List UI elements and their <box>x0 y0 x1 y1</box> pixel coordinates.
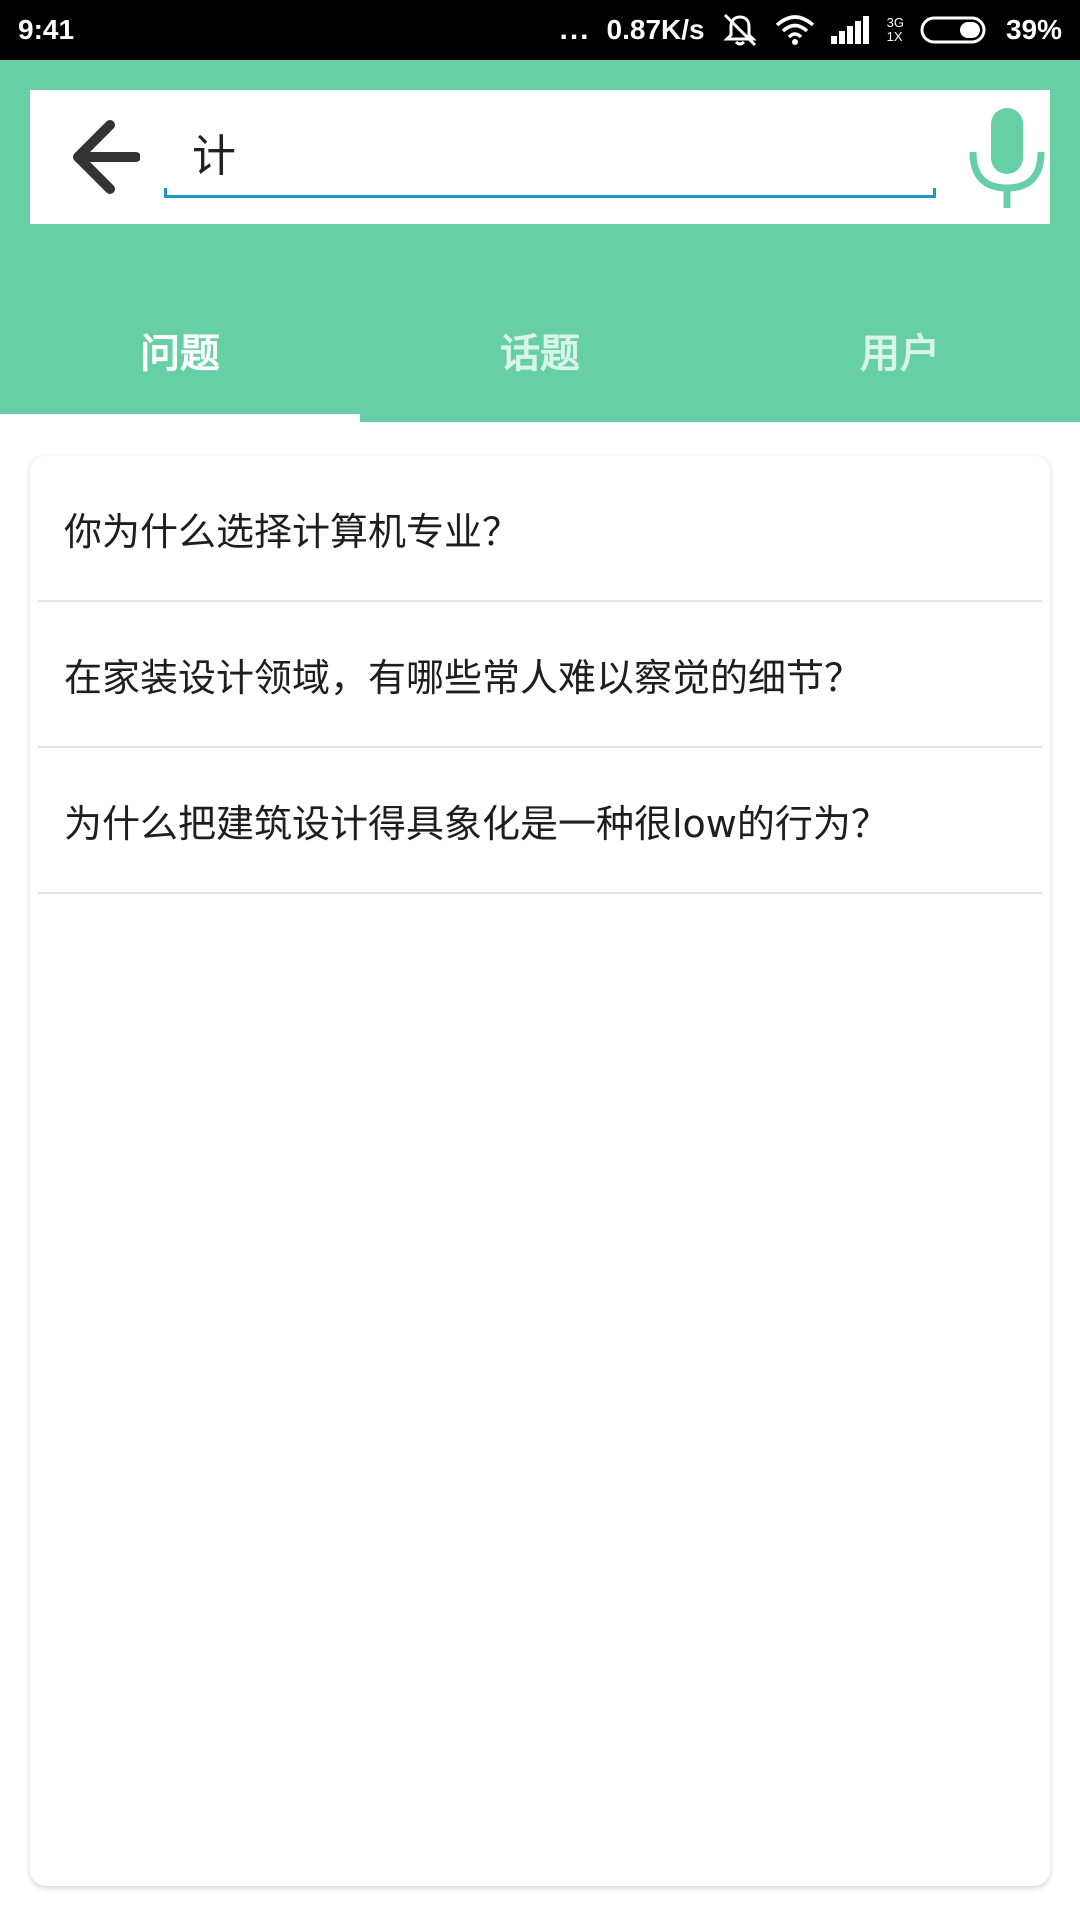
results-card: 你为什么选择计算机专业？ 在家装设计领域，有哪些常人难以察觉的细节？ 为什么把建… <box>30 456 1050 1886</box>
list-item[interactable]: 为什么把建筑设计得具象化是一种很low的行为？ <box>38 748 1042 894</box>
search-input-underline <box>164 188 936 198</box>
battery-percent: 39% <box>1005 14 1062 45</box>
list-item[interactable]: 在家装设计领域，有哪些常人难以察觉的细节？ <box>38 602 1042 748</box>
search-box <box>30 90 1050 224</box>
back-button[interactable] <box>50 110 160 204</box>
list-item[interactable]: 你为什么选择计算机专业？ <box>38 456 1042 602</box>
question-title: 在家装设计领域，有哪些常人难以察觉的细节？ <box>64 655 863 700</box>
tab-users[interactable]: 用户 <box>720 290 1080 422</box>
microphone-icon <box>969 108 1045 208</box>
question-title: 你为什么选择计算机专业？ <box>64 509 521 554</box>
tab-label: 话题 <box>500 331 580 377</box>
result-tabs: 问题 话题 用户 <box>0 290 1080 422</box>
tab-label: 用户 <box>860 331 940 377</box>
search-header: 问题 话题 用户 <box>0 60 1080 422</box>
sim-slot: 1X <box>886 29 903 44</box>
back-arrow-icon <box>73 120 140 194</box>
tab-topics[interactable]: 话题 <box>360 290 720 422</box>
tab-questions[interactable]: 问题 <box>0 290 360 422</box>
question-title: 为什么把建筑设计得具象化是一种很low的行为？ <box>64 801 889 846</box>
battery-icon <box>920 15 990 45</box>
network-type: 3G <box>886 15 904 30</box>
wifi-icon <box>775 15 815 45</box>
status-indicators: ... 0.87K/s 3G 1X 39% <box>560 13 1062 47</box>
status-bar: 9:41 ... 0.87K/s 3G 1X 39% <box>0 0 1080 60</box>
mute-vibrate-icon <box>721 13 759 47</box>
net-speed: 0.87K/s <box>606 14 705 45</box>
active-tab-indicator <box>0 414 360 422</box>
network-type-label: 3G 1X <box>887 16 904 44</box>
voice-search-button[interactable] <box>952 102 1062 214</box>
tab-label: 问题 <box>140 331 220 377</box>
search-input[interactable] <box>164 114 936 190</box>
dots-icon: ... <box>559 13 591 46</box>
signal-icon <box>830 16 871 44</box>
status-time: 9:41 <box>18 14 75 45</box>
